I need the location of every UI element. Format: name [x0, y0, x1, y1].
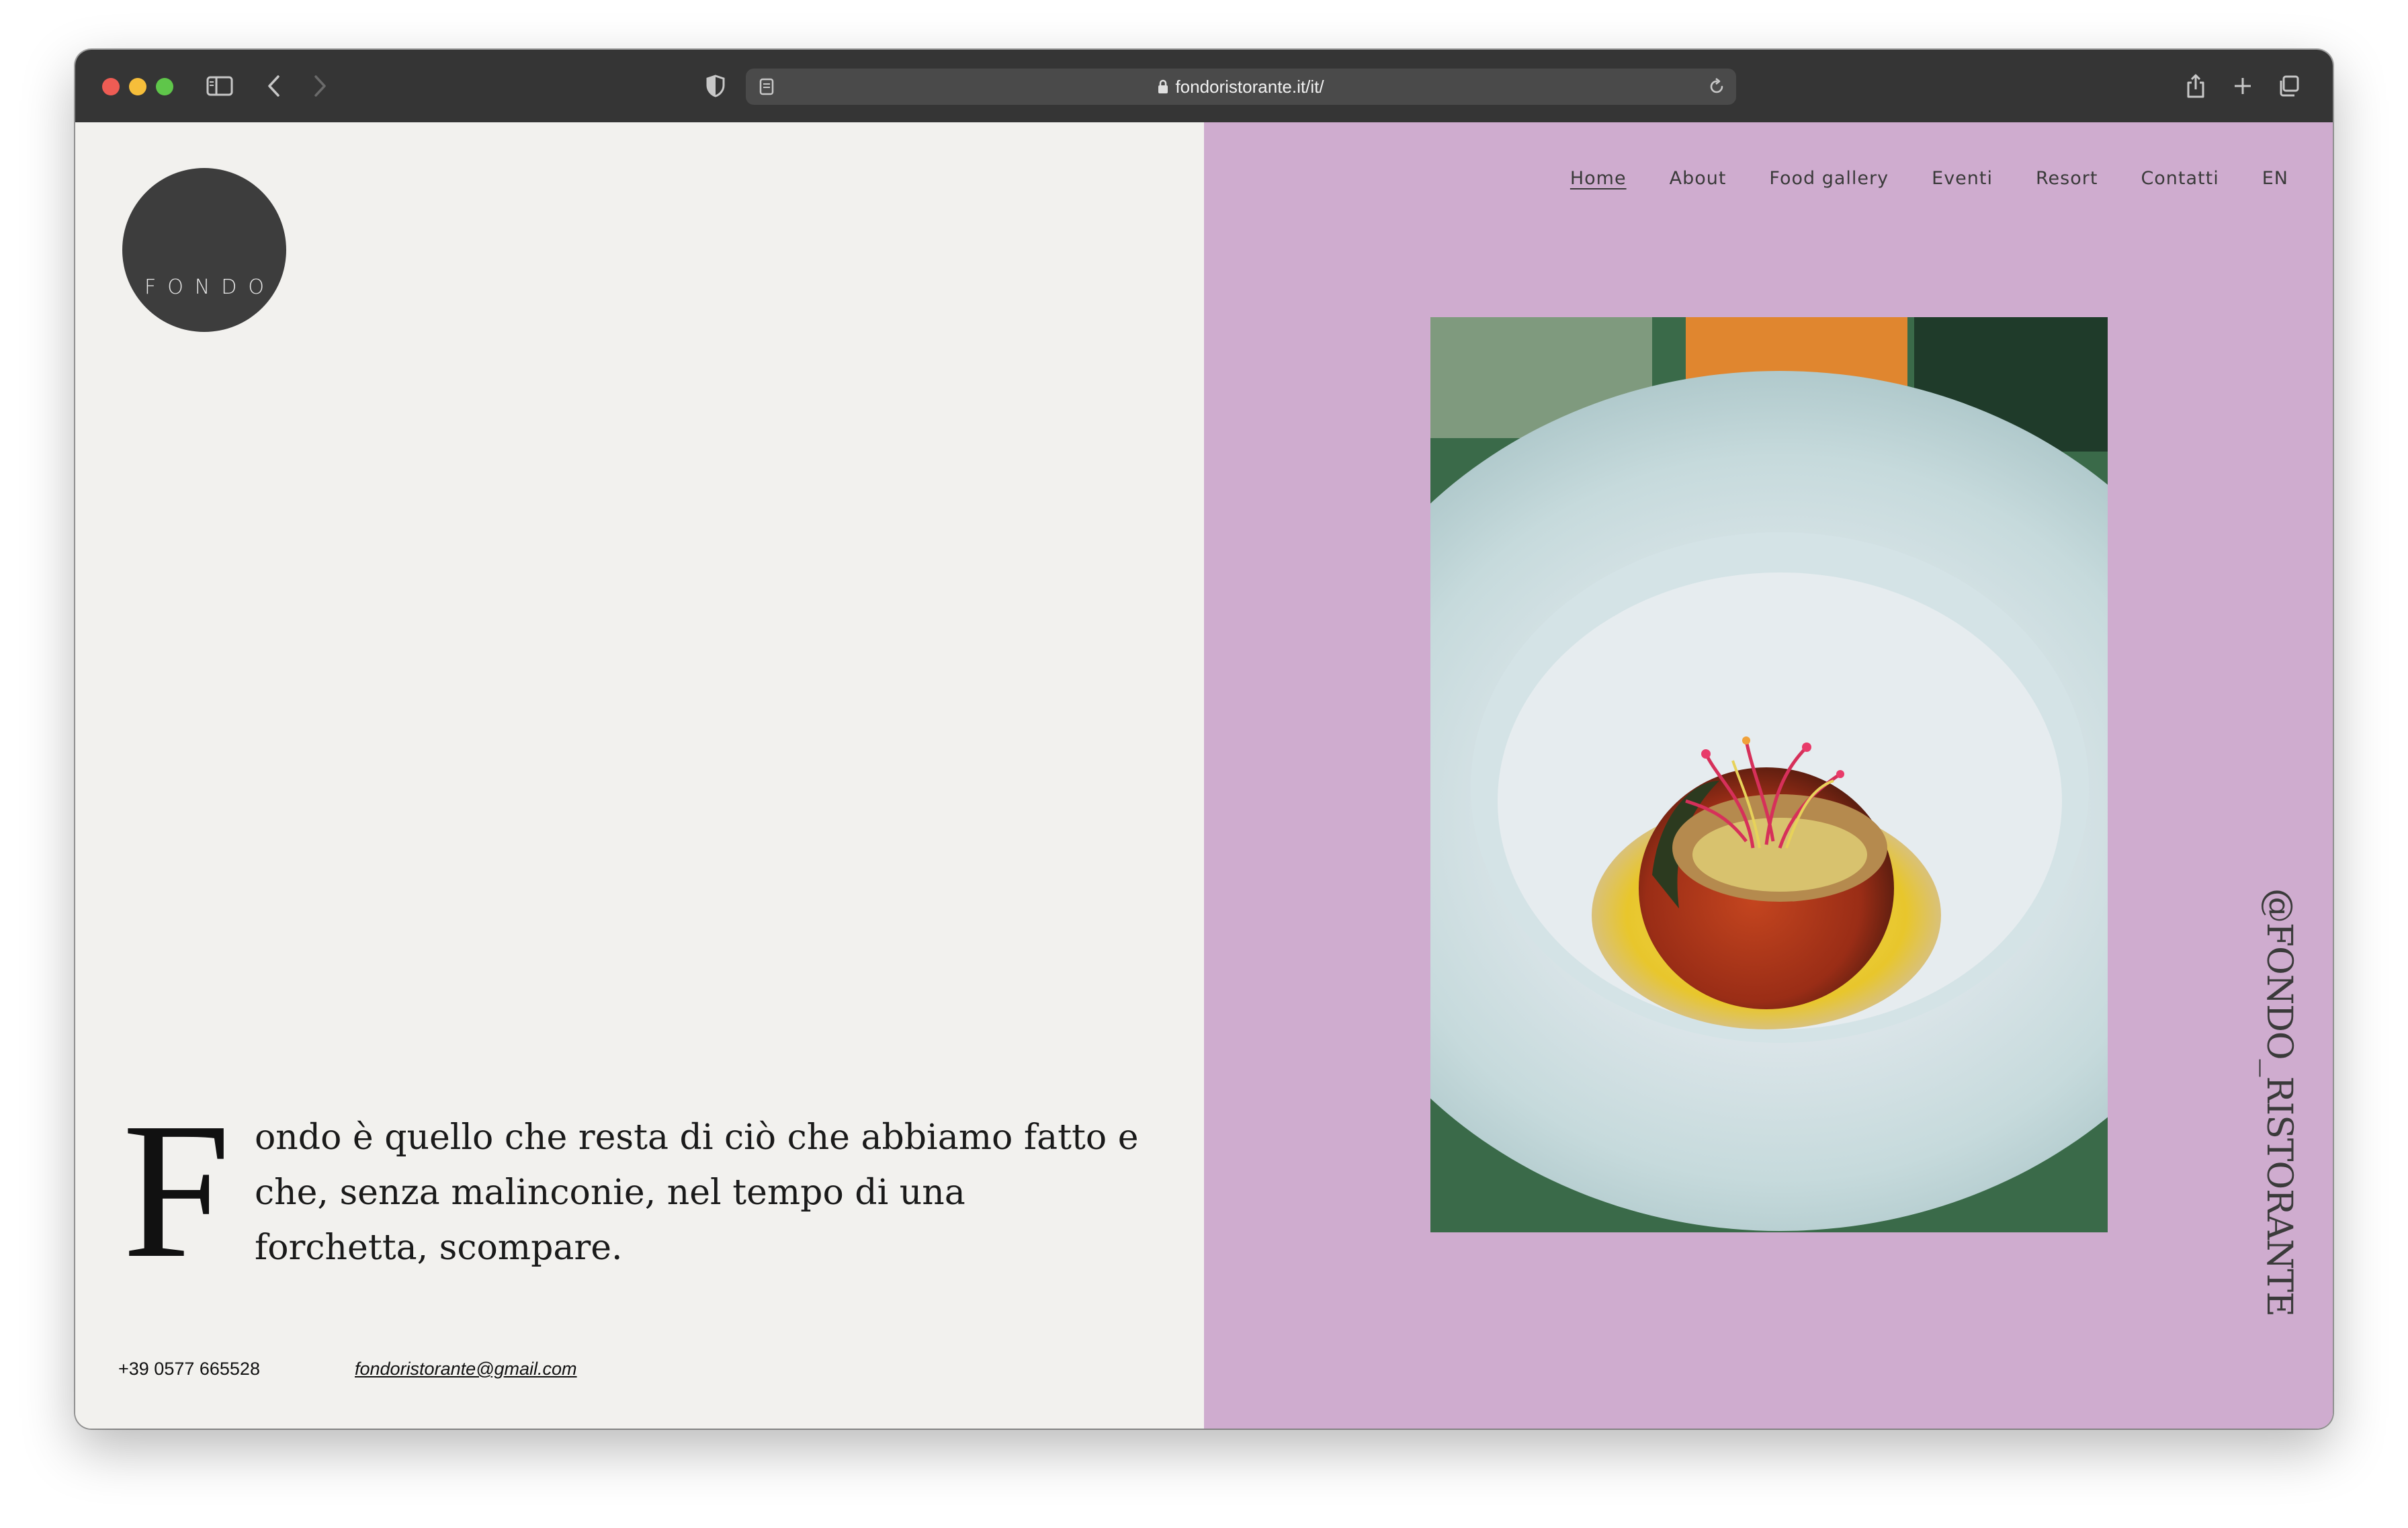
close-window-button[interactable] [102, 78, 120, 95]
right-panel: Home About Food gallery Eventi Resort Co… [1204, 122, 2333, 1429]
url-text-wrapper[interactable]: fondoristorante.it/it/ [746, 69, 1736, 105]
share-icon[interactable] [2182, 70, 2209, 102]
minimize-window-button[interactable] [129, 78, 146, 95]
dish-photo [1430, 317, 2108, 1232]
browser-toolbar: fondoristorante.it/it/ [75, 50, 2333, 124]
zoom-window-button[interactable] [156, 78, 173, 95]
nav-item-food-gallery[interactable]: Food gallery [1769, 168, 1889, 189]
main-nav: Home About Food gallery Eventi Resort Co… [1570, 168, 2288, 189]
phone-number[interactable]: +39 0577 665528 [118, 1359, 260, 1380]
privacy-shield-icon[interactable] [699, 70, 732, 102]
drop-cap: F [122, 1083, 231, 1298]
email-link[interactable]: fondoristorante@gmail.com [355, 1359, 577, 1380]
sidebar-toggle-icon[interactable] [203, 70, 236, 102]
nav-item-language-en[interactable]: EN [2262, 168, 2288, 189]
reload-icon[interactable] [1705, 73, 1728, 101]
lock-icon [1158, 79, 1168, 93]
new-tab-icon[interactable] [2229, 70, 2256, 102]
logo-text: FONDO [144, 275, 276, 299]
nav-item-about[interactable]: About [1670, 168, 1727, 189]
nav-item-resort[interactable]: Resort [2036, 168, 2098, 189]
nav-item-eventi[interactable]: Eventi [1932, 168, 1993, 189]
address-bar[interactable]: fondoristorante.it/it/ [746, 69, 1736, 105]
instagram-handle[interactable]: @FONDO_RISTORANTE [2259, 888, 2299, 1316]
tab-overview-icon[interactable] [2275, 70, 2302, 102]
url-text: fondoristorante.it/it/ [1175, 76, 1324, 97]
left-panel: FONDO F ondo è quello che resta di ciò c… [75, 122, 1204, 1429]
nav-item-home[interactable]: Home [1570, 168, 1627, 189]
fondo-logo[interactable]: FONDO [122, 168, 286, 332]
browser-window: fondoristorante.it/it/ FONDO F ondo è qu… [75, 50, 2333, 1429]
nav-item-contatti[interactable]: Contatti [2141, 168, 2219, 189]
intro-text: ondo è quello che resta di ciò che abbia… [255, 1117, 1139, 1268]
dish-illustration [1430, 317, 2108, 1232]
forward-icon[interactable] [308, 70, 332, 102]
back-icon[interactable] [262, 70, 286, 102]
